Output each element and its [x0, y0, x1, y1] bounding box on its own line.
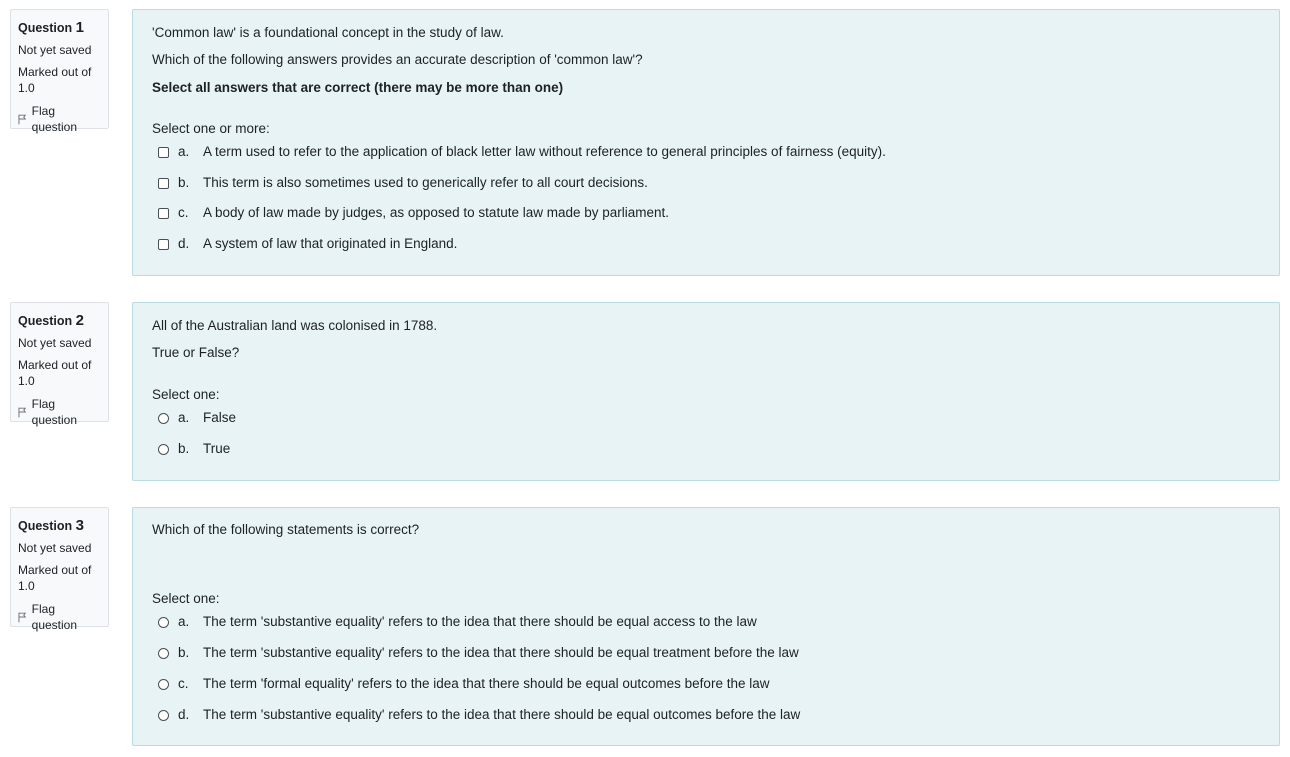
- answer-option-d[interactable]: d. A system of law that originated in Eng…: [158, 235, 457, 253]
- question-content: 'Common law' is a foundational concept i…: [132, 9, 1280, 276]
- checkbox[interactable]: [158, 207, 169, 219]
- question-text-line: All of the Australian land was colonised…: [152, 318, 438, 333]
- question-grade: Marked out of 1.0: [18, 64, 101, 96]
- question-state: Not yet saved: [18, 541, 92, 555]
- radio-button[interactable]: [158, 616, 169, 628]
- question-number: Question 1: [18, 19, 101, 37]
- question-info-panel: Question 2 Not yet saved Marked out of 1.…: [10, 302, 109, 427]
- question-label: Question: [18, 21, 73, 35]
- question-number: Question 2: [18, 312, 101, 330]
- checkbox[interactable]: [158, 146, 169, 158]
- option-letter: a.: [178, 410, 190, 425]
- option-letter: b.: [178, 175, 190, 190]
- option-text: The term 'substantive equality' refers t…: [203, 614, 757, 629]
- question-text-line: Which of the following answers provides …: [152, 52, 643, 67]
- grade-label: Marked out of: [18, 563, 92, 577]
- question-text-line: True or False?: [152, 345, 240, 360]
- grade-label: Marked out of: [18, 65, 92, 79]
- answer-option-b[interactable]: b. This term is also sometimes used to ge…: [158, 174, 648, 192]
- question-label: Question: [18, 519, 73, 533]
- option-letter: c.: [178, 205, 189, 220]
- flag-question-label: Flag question: [31, 602, 78, 632]
- answer-option-b[interactable]: b. The term 'substantive equality' refers…: [158, 644, 799, 662]
- answer-option-d[interactable]: d. The term 'substantive equality' refers…: [158, 706, 800, 724]
- option-letter: d.: [178, 707, 190, 722]
- checkbox[interactable]: [158, 177, 169, 189]
- question-state: Not yet saved: [18, 336, 92, 350]
- question-instruction: Select all answers that are correct (the…: [152, 80, 564, 95]
- option-letter: a.: [178, 614, 190, 629]
- radio-button[interactable]: [158, 709, 169, 721]
- option-letter: d.: [178, 236, 190, 251]
- option-text: The term 'substantive equality' refers t…: [203, 645, 799, 660]
- flag-question-label: Flag question: [31, 104, 78, 134]
- answer-prompt: Select one:: [152, 591, 220, 606]
- checkbox[interactable]: [158, 238, 169, 250]
- answer-option-a[interactable]: a. A term used to refer to the applicatio…: [158, 143, 886, 161]
- question-label: Question: [18, 314, 73, 328]
- radio-button[interactable]: [158, 443, 169, 455]
- question-number-value: 3: [75, 517, 84, 534]
- question-grade: Marked out of 1.0: [18, 562, 101, 594]
- question-number: Question 3: [18, 517, 101, 535]
- answer-option-c[interactable]: c. The term 'formal equality' refers to t…: [158, 675, 769, 693]
- question-info-panel: Question 1 Not yet saved Marked out of 1.…: [10, 9, 109, 134]
- flag-question-button[interactable]: Flag question: [18, 396, 101, 428]
- grade-value: 1.0: [18, 579, 35, 593]
- option-text: The term 'substantive equality' refers t…: [203, 707, 801, 722]
- radio-button[interactable]: [158, 647, 169, 659]
- radio-button[interactable]: [158, 412, 169, 424]
- question-grade: Marked out of 1.0: [18, 357, 101, 389]
- flag-icon: [18, 612, 27, 622]
- option-text: A system of law that originated in Engla…: [203, 236, 458, 251]
- question-content: All of the Australian land was colonised…: [132, 302, 1280, 481]
- radio-button[interactable]: [158, 678, 169, 690]
- flag-question-button[interactable]: Flag question: [18, 103, 101, 135]
- question-number-value: 2: [75, 312, 84, 329]
- grade-value: 1.0: [18, 374, 35, 388]
- option-text: A body of law made by judges, as opposed…: [203, 205, 670, 220]
- option-letter: b.: [178, 645, 190, 660]
- option-text: This term is also sometimes used to gene…: [203, 175, 648, 190]
- answer-option-a[interactable]: a. The term 'substantive equality' refers…: [158, 613, 757, 631]
- option-text: False: [203, 410, 237, 425]
- flag-icon: [18, 407, 27, 417]
- question-number-value: 1: [75, 19, 84, 36]
- option-letter: a.: [178, 144, 190, 159]
- question-info-panel: Question 3 Not yet saved Marked out of 1.…: [10, 507, 109, 632]
- option-text: A term used to refer to the application …: [203, 144, 886, 159]
- flag-question-label: Flag question: [31, 397, 78, 427]
- question-content: Which of the following statements is cor…: [132, 507, 1280, 746]
- grade-value: 1.0: [18, 81, 35, 95]
- option-text: True: [203, 441, 231, 456]
- question-text-line: Which of the following statements is cor…: [152, 522, 420, 537]
- answer-option-a[interactable]: a. False: [158, 409, 236, 427]
- option-letter: b.: [178, 441, 190, 456]
- answer-prompt: Select one or more:: [152, 121, 270, 136]
- flag-question-button[interactable]: Flag question: [18, 601, 101, 633]
- answer-option-c[interactable]: c. A body of law made by judges, as oppos…: [158, 204, 669, 222]
- flag-icon: [18, 114, 27, 124]
- option-letter: c.: [178, 676, 189, 691]
- option-text: The term 'formal equality' refers to the…: [203, 676, 770, 691]
- question-state: Not yet saved: [18, 43, 92, 57]
- answer-option-b[interactable]: b. True: [158, 440, 230, 458]
- answer-prompt: Select one:: [152, 387, 220, 402]
- grade-label: Marked out of: [18, 358, 92, 372]
- question-text-line: 'Common law' is a foundational concept i…: [152, 25, 504, 40]
